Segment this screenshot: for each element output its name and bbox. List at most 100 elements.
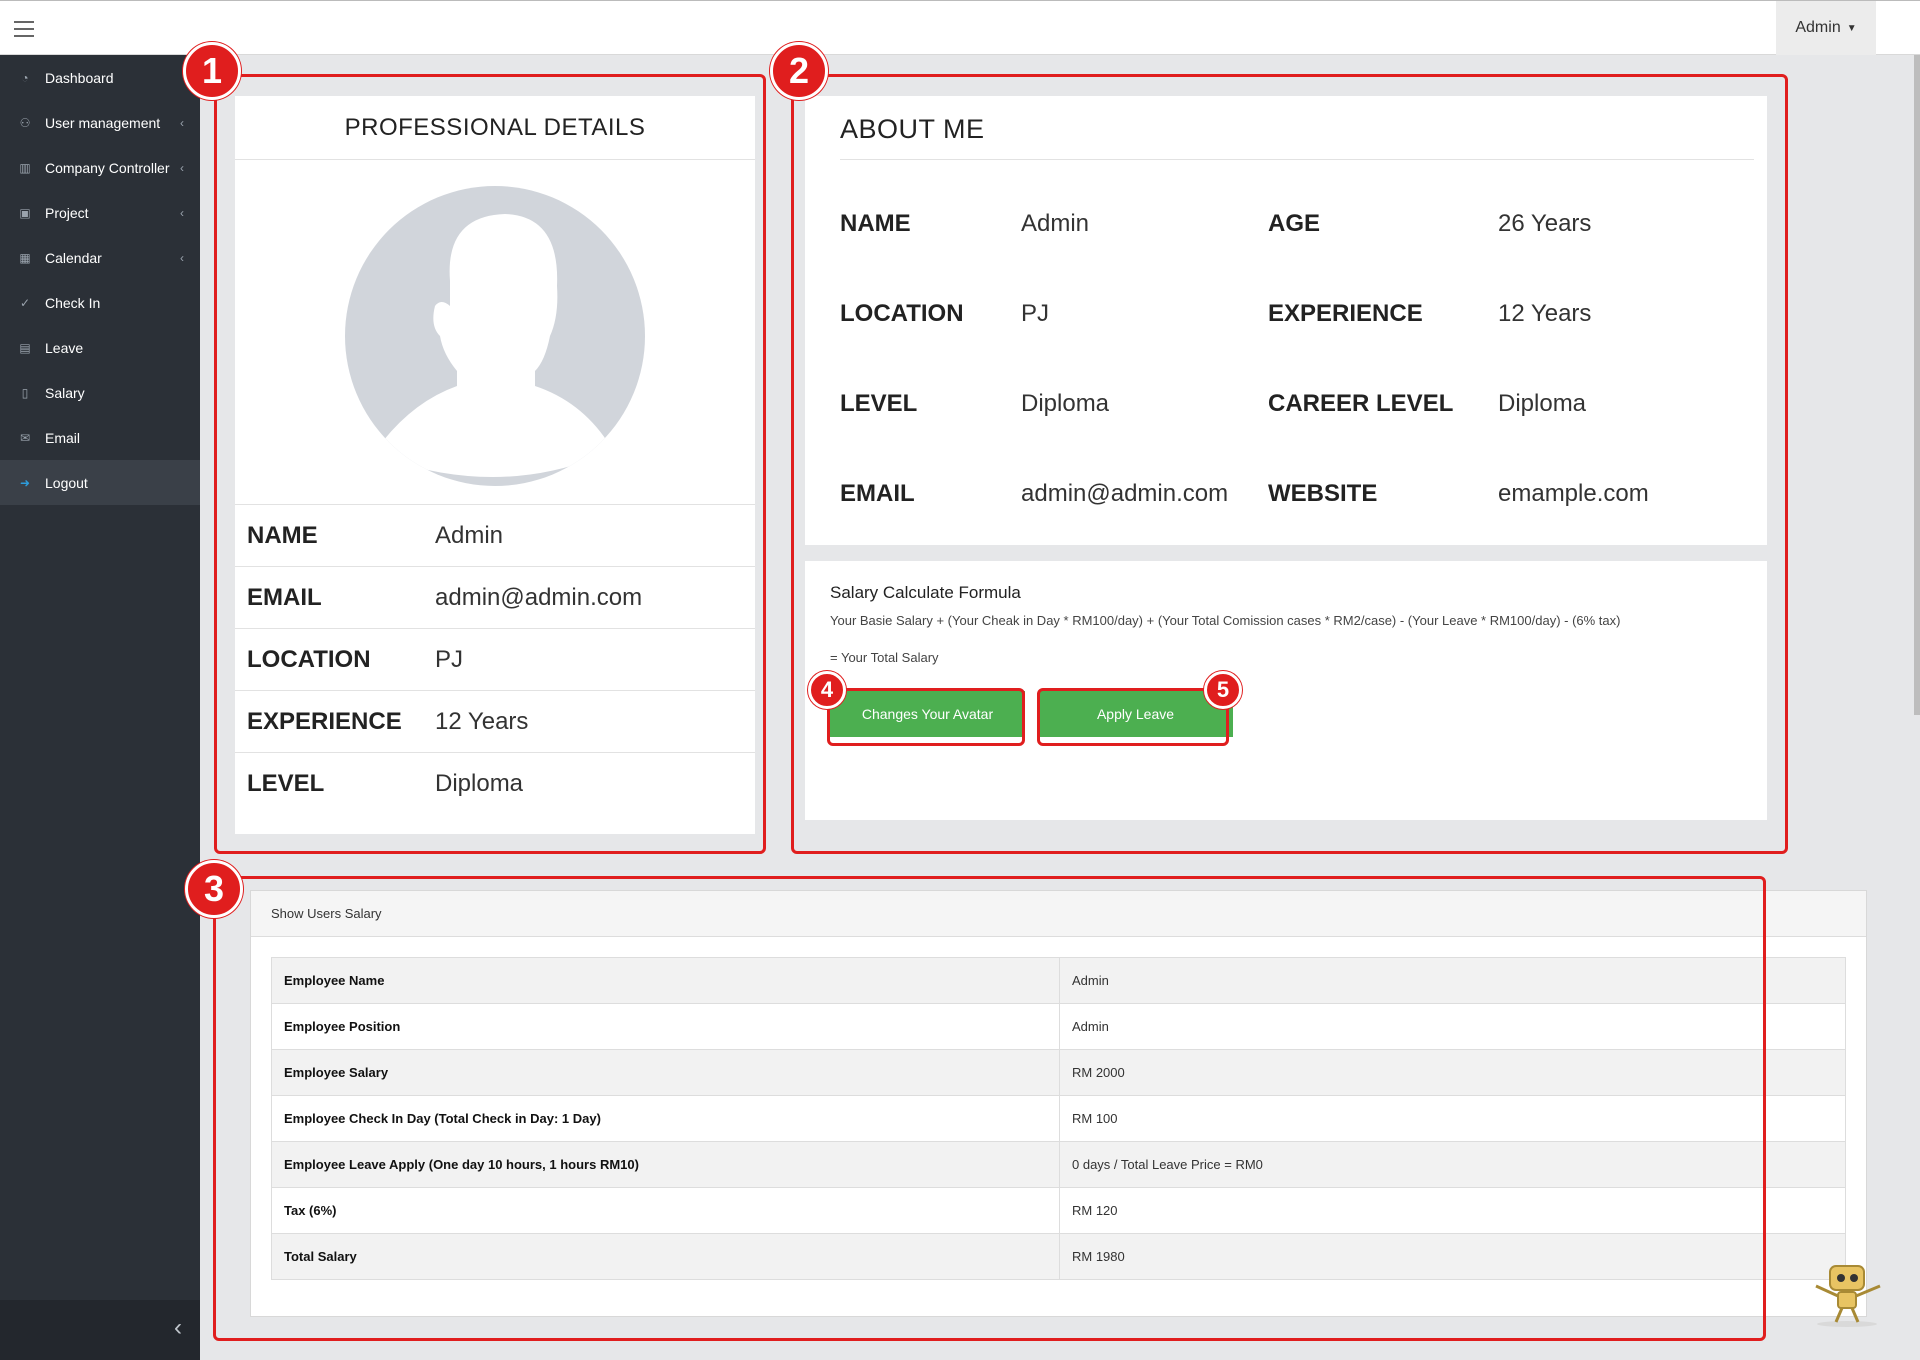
about-key: EXPERIENCE [1268, 300, 1423, 327]
profile-row-experience: EXPERIENCE 12 Years [235, 691, 755, 753]
about-me-title: ABOUT ME [840, 114, 985, 144]
table-row: Employee Position Admin [271, 1003, 1846, 1050]
hamburger-menu-icon[interactable] [14, 21, 34, 37]
sidebar-footer: ‹ [0, 1300, 200, 1360]
sidebar-item-label: Project [45, 204, 89, 221]
about-value: Diploma [1021, 390, 1110, 417]
table-row: Employee Check In Day (Total Check in Da… [271, 1095, 1846, 1142]
user-menu-label: Admin [1795, 19, 1841, 36]
about-value: 12 Years [1498, 300, 1592, 327]
table-row: Employee Name Admin [271, 957, 1846, 1004]
table-value-cell: RM 1980 [1059, 1233, 1846, 1280]
table-value-cell: Admin [1059, 957, 1846, 1004]
table-key-cell: Total Salary [271, 1233, 1060, 1280]
salary-formula-result: = Your Total Salary [830, 650, 939, 665]
sidebar-item-label: Company Controller [45, 159, 170, 176]
top-bar: Admin ▼ [0, 0, 1920, 55]
table-value-cell: Admin [1059, 1003, 1846, 1050]
users-icon: ⚇ [19, 115, 31, 130]
dashboard-icon: ◔ [21, 70, 29, 85]
sidebar-item-label: User management [45, 114, 161, 131]
profile-value: PJ [435, 645, 464, 673]
logout-icon: ➜ [19, 475, 31, 490]
table-value-cell: RM 100 [1059, 1095, 1846, 1142]
about-key: LOCATION [840, 300, 964, 327]
about-value: admin@admin.com [1021, 480, 1229, 507]
building-icon: ▥ [19, 160, 31, 175]
table-value-cell: RM 120 [1059, 1187, 1846, 1234]
sidebar-item-label: Logout [45, 474, 88, 491]
change-avatar-button[interactable]: Changes Your Avatar [830, 691, 1025, 737]
table-key-cell: Tax (6%) [271, 1187, 1060, 1234]
sidebar-item-leave[interactable]: ▤ Leave [0, 325, 200, 370]
salary-formula-text: Your Basie Salary + (Your Cheak in Day *… [830, 613, 1621, 628]
salary-icon: ▯ [21, 385, 29, 400]
user-silhouette-icon [383, 214, 607, 477]
robot-mascot-icon [1802, 1256, 1892, 1328]
apply-leave-button[interactable]: Apply Leave [1038, 691, 1233, 737]
profile-row-level: LEVEL Diploma [235, 753, 755, 815]
user-menu-dropdown[interactable]: Admin ▼ [1776, 1, 1876, 55]
sidebar-item-label: Leave [45, 339, 84, 356]
profile-row-name: NAME Admin [235, 505, 755, 567]
profile-row-email: EMAIL admin@admin.com [235, 567, 755, 629]
salary-table: Employee Name Admin Employee Position Admi… [271, 957, 1846, 1280]
about-key: LEVEL [840, 390, 918, 417]
table-key-cell: Employee Salary [271, 1049, 1060, 1096]
profile-value: 12 Years [435, 707, 529, 735]
annotation-marker-2: 2 [770, 42, 828, 100]
sidebar-item-salary[interactable]: ▯ Salary [0, 370, 200, 415]
sidebar-item-dashboard[interactable]: ◔ Dashboard [0, 55, 200, 100]
divider [840, 159, 1754, 160]
profile-value: Admin [435, 521, 504, 549]
salary-formula-title: Salary Calculate Formula [830, 583, 1021, 602]
leave-icon: ▤ [19, 340, 31, 355]
email-icon: ✉ [19, 430, 31, 445]
sidebar-item-project[interactable]: ▣ Project ‹ [0, 190, 200, 235]
chevron-left-icon: ‹ [180, 160, 184, 175]
sidebar-item-label: Calendar [45, 249, 102, 266]
sidebar-item-user-management[interactable]: ⚇ User management ‹ [0, 100, 200, 145]
users-salary-heading: Show Users Salary [251, 891, 1866, 937]
project-icon: ▣ [19, 205, 31, 220]
annotation-marker-1: 1 [183, 42, 241, 100]
sidebar-item-company-controller[interactable]: ▥ Company Controller ‹ [0, 145, 200, 190]
table-key-cell: Employee Position [271, 1003, 1060, 1050]
sidebar-item-label: Check In [45, 294, 101, 311]
table-value-cell: RM 2000 [1059, 1049, 1846, 1096]
about-key: CAREER LEVEL [1268, 390, 1454, 417]
annotation-marker-4: 4 [808, 671, 846, 709]
sidebar-item-calendar[interactable]: ▦ Calendar ‹ [0, 235, 200, 280]
about-key: NAME [840, 210, 911, 237]
annotation-marker-5: 5 [1204, 671, 1242, 709]
table-value-cell: 0 days / Total Leave Price = RM0 [1059, 1141, 1846, 1188]
table-key-cell: Employee Check In Day (Total Check in Da… [271, 1095, 1060, 1142]
check-icon: ✓ [19, 295, 31, 310]
profile-row-location: LOCATION PJ [235, 629, 755, 691]
sidebar-item-logout[interactable]: ➜ Logout [0, 460, 200, 505]
calendar-icon: ▦ [19, 250, 31, 265]
scrollbar[interactable] [1914, 55, 1920, 715]
profile-key: EXPERIENCE [247, 707, 402, 735]
sidebar-item-label: Dashboard [45, 69, 114, 86]
collapse-sidebar-chevron-icon[interactable]: ‹ [174, 1314, 182, 1342]
professional-details-title: PROFESSIONAL DETAILS [235, 96, 755, 160]
profile-value: Diploma [435, 770, 524, 797]
about-value: 26 Years [1498, 210, 1592, 237]
about-key: WEBSITE [1268, 480, 1378, 507]
table-row: Tax (6%) RM 120 [271, 1187, 1846, 1234]
chevron-left-icon: ‹ [180, 205, 184, 220]
profile-key: NAME [247, 521, 318, 549]
annotation-marker-3: 3 [185, 860, 243, 918]
sidebar-item-email[interactable]: ✉ Email [0, 415, 200, 460]
sidebar-item-check-in[interactable]: ✓ Check In [0, 280, 200, 325]
profile-key: LEVEL [247, 770, 325, 797]
about-value: Diploma [1498, 390, 1587, 417]
profile-key: LOCATION [247, 645, 371, 673]
sidebar-item-label: Email [45, 429, 81, 446]
professional-details-panel: PROFESSIONAL DETAILS NAME Admin EMAIL ad… [235, 96, 755, 834]
table-row: Employee Salary RM 2000 [271, 1049, 1846, 1096]
table-row: Employee Leave Apply (One day 10 hours, … [271, 1141, 1846, 1188]
profile-value: admin@admin.com [435, 583, 643, 611]
salary-formula-panel: Salary Calculate Formula Your Basie Sala… [805, 561, 1767, 820]
